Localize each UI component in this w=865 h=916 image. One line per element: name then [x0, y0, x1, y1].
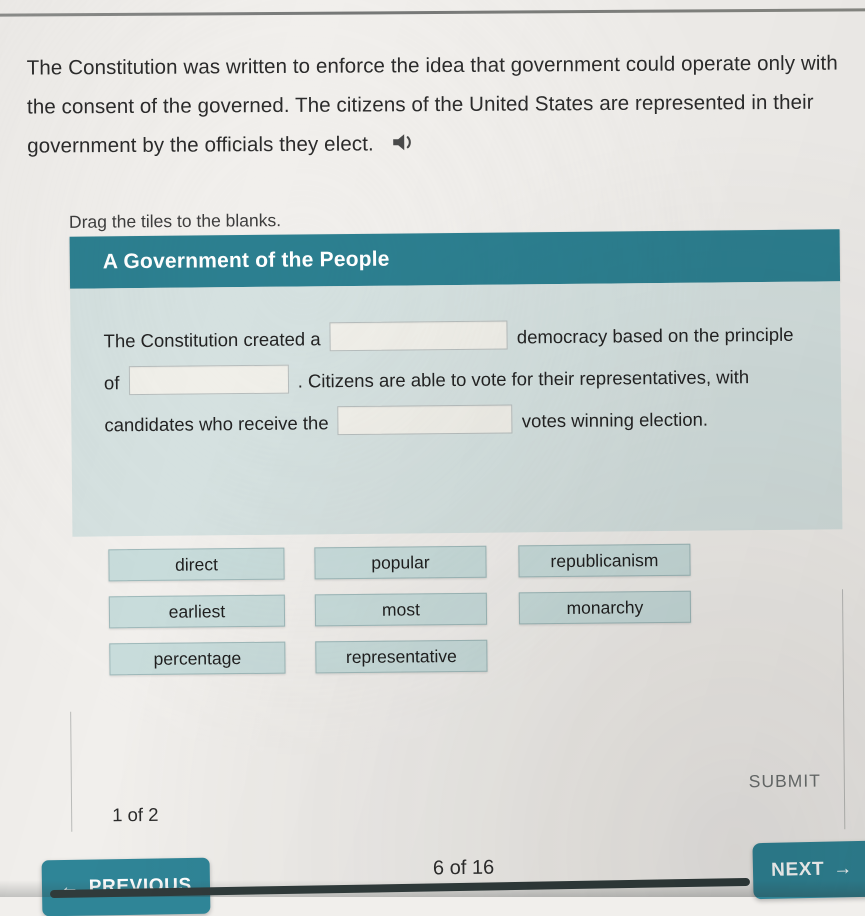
arrow-right-icon: → — [832, 858, 854, 880]
blank-1[interactable] — [329, 320, 508, 352]
tile-row: earliest most monarchy — [108, 590, 692, 629]
activity-header: A Government of the People — [69, 229, 841, 289]
tile-earliest[interactable]: earliest — [108, 594, 286, 629]
next-button-label: NEXT — [770, 858, 825, 881]
tile-percentage[interactable]: percentage — [109, 641, 286, 676]
tile-monarchy[interactable]: monarchy — [518, 590, 692, 625]
question-counter: 6 of 16 — [432, 856, 495, 880]
tile-row: direct popular republicanism — [108, 543, 691, 582]
cloze-segment-4: votes winning election. — [521, 408, 709, 432]
passage-sentence: The Constitution was written to enforce … — [26, 51, 838, 158]
tile-representative[interactable]: representative — [315, 639, 488, 674]
submit-button[interactable]: SUBMIT — [749, 771, 821, 793]
blank-3[interactable] — [337, 404, 513, 436]
part-counter: 1 of 2 — [112, 803, 159, 826]
tile-most[interactable]: most — [314, 592, 488, 627]
cloze-paragraph: The Constitution created a democracy bas… — [103, 314, 807, 447]
activity-card: A Government of the People The Constitut… — [69, 229, 843, 537]
tile-direct[interactable]: direct — [108, 547, 285, 582]
cloze-segment-1: The Constitution created a — [103, 328, 321, 352]
blank-2[interactable] — [128, 364, 289, 396]
top-edge-rule — [0, 8, 865, 17]
tile-popular[interactable]: popular — [314, 545, 487, 580]
activity-body: The Constitution created a democracy bas… — [70, 281, 843, 537]
left-divider — [70, 711, 73, 832]
tile-row: percentage representative — [109, 639, 488, 676]
activity-footer: 1 of 2 SUBMIT — [70, 589, 846, 833]
right-divider — [842, 589, 846, 830]
activity-title: A Government of the People — [102, 247, 390, 274]
passage-text: The Constitution was written to enforce … — [27, 43, 860, 168]
tile-tray: direct popular republicanism earliest mo… — [70, 532, 842, 699]
drag-instruction: Drag the tiles to the blanks. — [68, 210, 282, 232]
speaker-icon[interactable] — [391, 127, 417, 166]
tile-republicanism[interactable]: republicanism — [518, 543, 691, 578]
